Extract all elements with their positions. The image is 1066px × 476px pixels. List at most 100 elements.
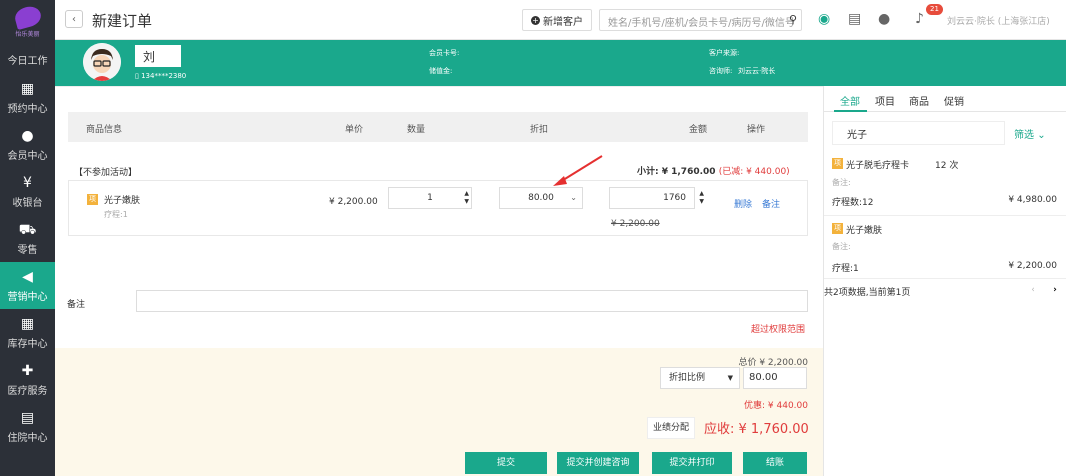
item-note: 备注: xyxy=(832,242,851,251)
current-user[interactable]: 刘云云·院长 (上海张江店) xyxy=(947,14,1050,27)
megaphone-icon: ◀ xyxy=(22,268,33,285)
sidebar-item-retail[interactable]: ⛟ 零售 xyxy=(0,215,55,262)
discount-ratio-input[interactable]: 80.00 xyxy=(743,367,807,389)
quantity-value: 1 xyxy=(427,193,433,203)
document-icon[interactable]: ▤ xyxy=(848,11,861,27)
caret-down-icon: ▼ xyxy=(727,374,733,382)
back-button[interactable]: ‹ xyxy=(65,10,83,28)
tab-promotions[interactable]: 促销 xyxy=(944,93,964,108)
discount-select[interactable]: 80.00 ⌄ xyxy=(499,187,583,209)
saved-amount: (已减: ¥ 440.00) xyxy=(718,167,790,177)
col-qty: 数量 xyxy=(407,125,426,135)
discount-mode-select[interactable]: 折扣比例 ▼ xyxy=(660,367,740,389)
item-price: ¥ 2,200.00 xyxy=(329,197,378,207)
performance-allocation-button[interactable]: 业绩分配 xyxy=(647,417,695,439)
list-item[interactable]: 项 光子嫩肤 备注: 疗程:1 ¥ 2,200.00 xyxy=(824,217,1066,279)
subtotal: 小计: ¥ 1,760.00 (已减: ¥ 440.00) xyxy=(637,164,790,177)
item-type-tag: 项 xyxy=(832,223,843,234)
source-label: 客户来源: xyxy=(709,49,740,57)
bell-icon[interactable]: ♪ xyxy=(915,11,924,27)
divider xyxy=(55,86,823,87)
sidebar-item-marketing[interactable]: ◀ 营销中心 xyxy=(0,262,55,309)
original-amount: ¥ 2,200.00 xyxy=(611,219,660,229)
submit-create-consult-button[interactable]: 提交并创建咨询 xyxy=(557,452,639,474)
sidebar: 怡乐美丽 今日工作 ▦ 预约中心 ● 会员中心 ¥ 收银台 ⛟ 零售 ◀ 营销中… xyxy=(0,0,55,476)
spinner-arrows-icon[interactable]: ▲ ▼ xyxy=(699,190,704,206)
prev-page-button[interactable]: ‹ xyxy=(1024,283,1042,297)
tab-projects[interactable]: 项目 xyxy=(875,93,895,108)
page-title: 新建订单 xyxy=(92,12,153,30)
submit-button[interactable]: 提交 xyxy=(465,452,547,474)
chevron-down-icon: ⌄ xyxy=(570,193,577,202)
tab-products[interactable]: 商品 xyxy=(909,93,929,108)
col-amount: 金额 xyxy=(689,125,708,135)
consultant-name: 刘云云·院长 xyxy=(738,67,776,75)
item-name: 光子嫩肤 xyxy=(846,226,883,236)
phone-text: 134****2380 xyxy=(141,72,187,80)
active-tab-indicator xyxy=(834,110,867,112)
submit-print-button[interactable]: 提交并打印 xyxy=(652,452,732,474)
sidebar-item-label: 营销中心 xyxy=(7,291,48,303)
cart-icon: ⛟ xyxy=(18,221,37,238)
note-link[interactable]: 备注 xyxy=(762,197,780,210)
col-price: 单价 xyxy=(345,125,364,135)
sidebar-item-medical[interactable]: ✚ 医疗服务 xyxy=(0,356,55,403)
product-search-input[interactable]: 光子 xyxy=(832,121,1005,145)
summary-panel: 总价 ¥ 2,200.00 折扣比例 ▼ 80.00 优惠: ¥ 440.00 … xyxy=(55,348,823,476)
search-placeholder: 姓名/手机号/座机/会员卡号/病历号/微信号 xyxy=(608,18,795,29)
medkit-icon: ✚ xyxy=(21,362,34,379)
amount-value: 1760 xyxy=(663,193,686,203)
table-header: 商品信息 单价 数量 折扣 金额 操作 xyxy=(68,112,808,142)
notification-badge: 21 xyxy=(926,4,943,15)
table-row: 项 光子嫩肤 疗程:1 ¥ 2,200.00 1 ▲ ▼ 80.00 ⌄ 1760… xyxy=(68,180,808,236)
sidebar-item-label: 住院中心 xyxy=(7,432,48,444)
item-course-count: 疗程数:12 xyxy=(832,198,874,208)
note-label: 备注 xyxy=(67,300,86,310)
customer-phone: ▯ 134****2380 xyxy=(135,72,187,80)
customer-search-input[interactable]: 姓名/手机号/座机/会员卡号/病历号/微信号 ⚲ xyxy=(599,9,802,31)
user-group-icon[interactable]: ● xyxy=(878,11,890,27)
item-price: ¥ 4,980.00 xyxy=(1008,195,1057,205)
checkout-button[interactable]: 结账 xyxy=(743,452,807,474)
chevron-down-icon: ⌄ xyxy=(1037,130,1046,141)
item-type-tag: 项 xyxy=(832,158,843,169)
sidebar-item-label: 会员中心 xyxy=(7,150,48,162)
spinner-arrows-icon[interactable]: ▲ ▼ xyxy=(464,190,469,206)
col-discount: 折扣 xyxy=(530,125,549,135)
users-icon: ● xyxy=(21,127,34,144)
clipboard-icon: ▤ xyxy=(20,409,35,426)
note-input[interactable] xyxy=(136,290,808,312)
amount-input[interactable]: 1760 ▲ ▼ xyxy=(609,187,704,209)
pagination-info: 共2项数据,当前第1页 xyxy=(824,288,911,298)
wechat-icon[interactable]: ◉ xyxy=(818,11,830,27)
item-course: 疗程:1 xyxy=(104,210,128,219)
logo-mark xyxy=(12,3,43,30)
new-customer-button[interactable]: + 新增客户 xyxy=(522,9,592,31)
next-page-button[interactable]: › xyxy=(1046,283,1064,297)
calendar-icon: ▦ xyxy=(20,80,35,97)
sidebar-item-inventory[interactable]: ▦ 库存中心 xyxy=(0,309,55,356)
sidebar-item-member[interactable]: ● 会员中心 xyxy=(0,121,55,168)
list-item[interactable]: 项 光子脱毛疗程卡 12 次 备注: 疗程数:12 ¥ 4,980.00 xyxy=(824,152,1066,216)
red-arrow-annotation xyxy=(553,155,603,186)
discount-amount: 优惠: ¥ 440.00 xyxy=(744,401,808,411)
group-title: 【不参加活动】 xyxy=(74,168,138,178)
sidebar-item-cashier[interactable]: ¥ 收银台 xyxy=(0,168,55,215)
sidebar-item-today[interactable]: 今日工作 xyxy=(0,44,55,74)
quantity-stepper[interactable]: 1 ▲ ▼ xyxy=(388,187,472,209)
sidebar-item-inpatient[interactable]: ▤ 住院中心 xyxy=(0,403,55,450)
sidebar-item-appointment[interactable]: ▦ 预约中心 xyxy=(0,74,55,121)
sidebar-item-label: 零售 xyxy=(17,244,38,256)
tab-all[interactable]: 全部 xyxy=(840,93,860,108)
search-icon[interactable]: ⚲ xyxy=(789,13,797,26)
exceed-warning: 超过权限范围 xyxy=(751,325,806,335)
category-tabs: 全部 项目 商品 促销 xyxy=(824,86,1066,112)
consultant-label: 咨询师: xyxy=(709,67,733,75)
filter-button[interactable]: 筛选 ⌄ xyxy=(1014,126,1046,141)
customer-bar: 刘 ▯ 134****2380 会员卡号: 储值金: 客户来源: 咨询师: 刘云… xyxy=(55,40,1066,86)
plus-icon: + xyxy=(531,15,540,25)
customer-name: 刘 xyxy=(135,45,181,67)
item-price: ¥ 2,200.00 xyxy=(1008,261,1057,271)
filter-label: 筛选 xyxy=(1014,130,1034,141)
delete-link[interactable]: 删除 xyxy=(734,197,752,210)
